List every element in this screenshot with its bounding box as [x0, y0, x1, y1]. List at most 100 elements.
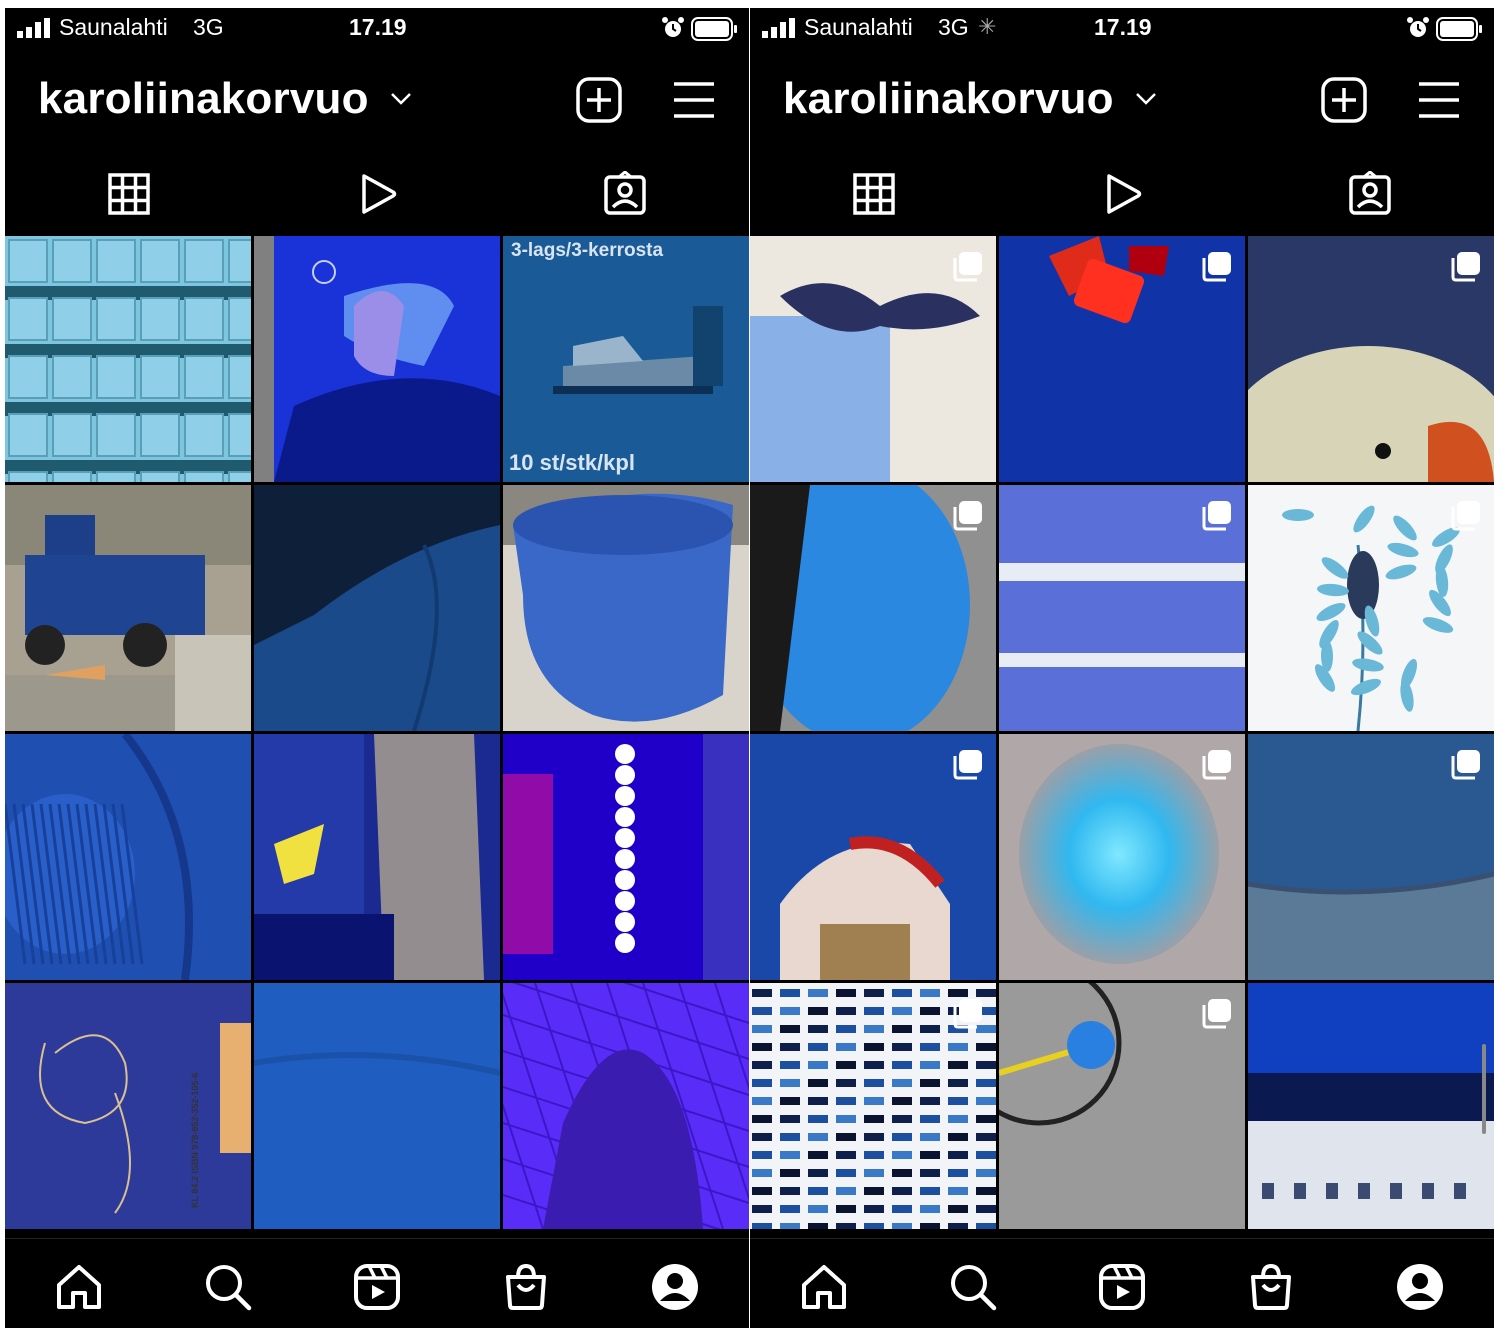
isbn-label: KL 84.2 ISBN 978-952-352-105-6	[190, 1072, 200, 1208]
nav-search-icon[interactable]	[947, 1261, 999, 1313]
multiple-photos-icon	[953, 501, 982, 531]
post-image	[1248, 983, 1494, 1229]
signal-icon	[762, 18, 795, 38]
photo-caption-top: 3-lags/3-kerrosta	[511, 240, 664, 261]
post-thumbnail[interactable]	[750, 734, 996, 980]
nav-reels-icon[interactable]	[1096, 1261, 1148, 1313]
post-thumbnail[interactable]	[750, 485, 996, 731]
chevron-down-icon[interactable]	[1134, 88, 1158, 110]
tab-tagged[interactable]	[501, 162, 749, 226]
post-thumbnail[interactable]	[1248, 485, 1494, 731]
carrier-label: Saunalahti	[804, 14, 913, 40]
multiple-photos-icon	[1202, 501, 1231, 531]
nav-shop-icon[interactable]	[500, 1261, 552, 1313]
status-bar: Saunalahti 3G ✳ 17.19	[750, 8, 1494, 50]
multiple-photos-icon	[1451, 501, 1480, 531]
post-thumbnail[interactable]	[254, 983, 500, 1229]
username-title[interactable]: karoliinakorvuo	[783, 74, 1114, 124]
screen-right: Saunalahti 3G ✳ 17.19 karoliinakorvuo	[750, 8, 1494, 1328]
nav-home-icon[interactable]	[53, 1261, 105, 1313]
menu-icon[interactable]	[672, 80, 716, 120]
multiple-photos-icon	[1451, 252, 1480, 282]
nav-shop-icon[interactable]	[1245, 1261, 1297, 1313]
post-thumbnail[interactable]: 3-lags/3-kerrosta 10 st/stk/kpl	[503, 236, 749, 482]
menu-icon[interactable]	[1417, 80, 1461, 120]
post-grid	[750, 234, 1494, 1238]
play-icon	[1107, 174, 1142, 214]
profile-header: karoliinakorvuo	[750, 56, 1494, 146]
multiple-photos-icon	[1202, 750, 1231, 780]
post-grid: 3-lags/3-kerrosta 10 st/stk/kpl KL 84.2 IS…	[5, 234, 749, 1238]
post-thumbnail[interactable]	[254, 236, 500, 482]
carrier-label: Saunalahti	[59, 14, 168, 40]
post-thumbnail[interactable]: KL 84.2 ISBN 978-952-352-105-6	[5, 983, 251, 1229]
post-image	[254, 485, 500, 731]
post-image	[254, 983, 500, 1229]
post-image	[5, 983, 251, 1229]
nav-profile-icon[interactable]	[1394, 1261, 1446, 1313]
battery-icon	[1436, 17, 1482, 41]
username-title[interactable]: karoliinakorvuo	[38, 74, 369, 124]
scrollbar[interactable]	[1482, 1044, 1486, 1134]
multiple-photos-icon	[1202, 252, 1231, 282]
profile-tabs	[5, 156, 749, 232]
grid-icon	[108, 173, 150, 215]
post-thumbnail[interactable]	[503, 983, 749, 1229]
post-thumbnail[interactable]	[254, 485, 500, 731]
bottom-navigation	[750, 1238, 1494, 1328]
network-label: 3G	[193, 14, 224, 40]
post-thumbnail[interactable]	[999, 236, 1245, 482]
clock: 17.19	[349, 14, 407, 40]
tagged-icon	[1349, 171, 1391, 215]
nav-home-icon[interactable]	[798, 1261, 850, 1313]
post-thumbnail[interactable]	[999, 485, 1245, 731]
post-thumbnail[interactable]	[503, 734, 749, 980]
clock: 17.19	[1094, 14, 1152, 40]
screen-left: Saunalahti 3G 17.19 karoliinakorvuo 3-la…	[5, 8, 749, 1328]
battery-icon	[691, 17, 737, 41]
post-thumbnail[interactable]	[5, 236, 251, 482]
alarm-icon	[662, 17, 684, 37]
tab-reels[interactable]	[253, 162, 501, 226]
profile-header: karoliinakorvuo	[5, 56, 749, 146]
post-image	[5, 236, 251, 482]
post-thumbnail[interactable]	[5, 485, 251, 731]
post-thumbnail[interactable]	[999, 734, 1245, 980]
post-thumbnail[interactable]	[750, 236, 996, 482]
post-image	[254, 236, 500, 482]
tab-posts[interactable]	[5, 162, 253, 226]
tab-posts[interactable]	[750, 162, 998, 226]
tagged-icon	[604, 171, 646, 215]
post-thumbnail[interactable]	[503, 485, 749, 731]
post-thumbnail[interactable]	[1248, 236, 1494, 482]
chevron-down-icon[interactable]	[389, 88, 413, 110]
post-image	[5, 734, 251, 980]
post-thumbnail[interactable]	[1248, 983, 1494, 1229]
new-post-icon[interactable]	[1320, 76, 1368, 124]
nav-profile-icon[interactable]	[649, 1261, 701, 1313]
bottom-navigation	[5, 1238, 749, 1328]
post-image	[254, 734, 500, 980]
post-image	[503, 485, 749, 731]
post-image	[503, 983, 749, 1229]
grid-icon	[853, 173, 895, 215]
tab-reels[interactable]	[998, 162, 1246, 226]
nav-search-icon[interactable]	[202, 1261, 254, 1313]
tab-tagged[interactable]	[1246, 162, 1494, 226]
post-thumbnail[interactable]	[1248, 734, 1494, 980]
multiple-photos-icon	[953, 750, 982, 780]
new-post-icon[interactable]	[575, 76, 623, 124]
photo-caption-bottom: 10 st/stk/kpl	[509, 450, 635, 475]
post-thumbnail[interactable]	[999, 983, 1245, 1229]
post-thumbnail[interactable]	[254, 734, 500, 980]
post-image	[503, 734, 749, 980]
multiple-photos-icon	[953, 252, 982, 282]
multiple-photos-icon	[1202, 999, 1231, 1029]
alarm-icon	[1407, 17, 1429, 37]
nav-reels-icon[interactable]	[351, 1261, 403, 1313]
post-thumbnail[interactable]	[5, 734, 251, 980]
signal-icon	[17, 18, 50, 38]
post-thumbnail[interactable]	[750, 983, 996, 1229]
play-icon	[362, 174, 397, 214]
network-label: 3G	[938, 14, 969, 40]
